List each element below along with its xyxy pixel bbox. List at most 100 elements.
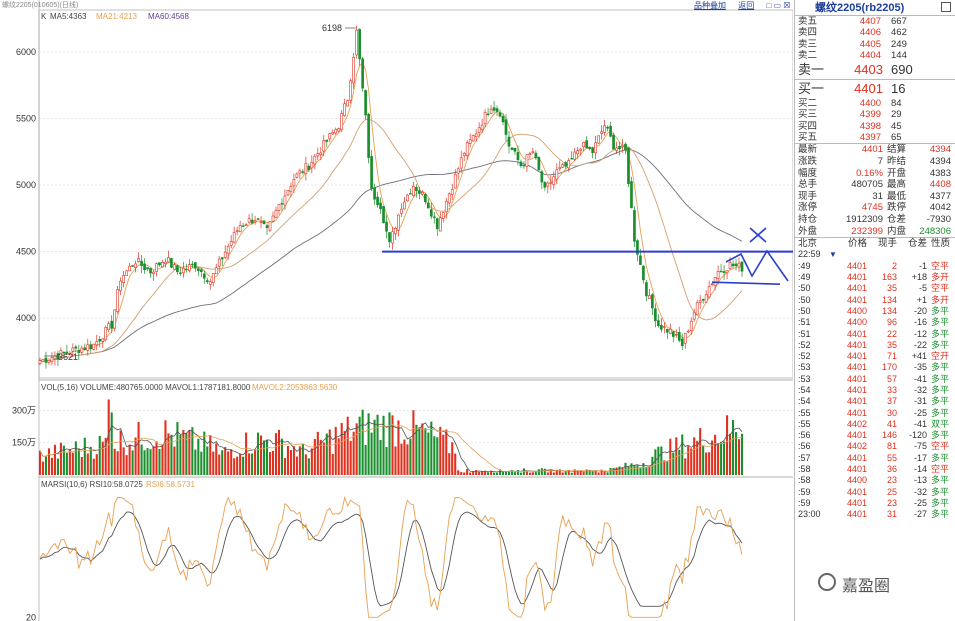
back-button[interactable]: 返回 [738, 1, 754, 10]
candle-body [125, 270, 128, 276]
candle-body [642, 265, 645, 281]
tick-list[interactable]: :49 4401 2 -1 空平:49 4401 163 +18 多开:50 4401 35 -5 空平… [795, 261, 955, 521]
volume-bar [92, 458, 95, 475]
volume-bar [400, 443, 403, 475]
ma5-label: MA5:4363 [50, 12, 87, 21]
candle-body [292, 179, 296, 187]
volume-bar [726, 415, 729, 475]
volume-bar [134, 437, 137, 475]
chart-area[interactable]: 螺纹2205(010605)(日线) K MA5:4363 MA21:4213 MA60… [0, 0, 793, 621]
volume-bar [639, 467, 642, 475]
volume-bar [672, 452, 675, 475]
candle-body [44, 357, 48, 363]
scroll-icon[interactable]: ▼ [829, 249, 837, 260]
candle-body [170, 258, 173, 268]
ask-row[interactable]: 卖二 4404 144 [795, 50, 955, 61]
candle-body [214, 267, 218, 274]
candle-body [259, 221, 263, 223]
tick-row: :55 4401 30 -25 多平 [798, 407, 950, 418]
y-tick-label: 6000 [16, 47, 36, 57]
candle-body [388, 232, 391, 243]
candle-body [256, 218, 260, 220]
candle-body [301, 171, 305, 173]
window-buttons[interactable]: □ ▭ ☒ [766, 1, 790, 10]
candle-body [665, 328, 669, 333]
volume-bar [334, 426, 337, 475]
volume-bar [439, 426, 442, 475]
volume-bar [283, 458, 286, 475]
contract-line: 螺纹2205(010605)(日线) [2, 0, 78, 9]
volume-bar [660, 446, 663, 475]
volume-bar [286, 446, 289, 475]
kline-chart[interactable]: 螺纹2205(010605)(日线) K MA5:4363 MA21:4213 MA60… [0, 0, 793, 621]
candle-body [534, 152, 538, 159]
volume-bar [71, 452, 74, 475]
bid-row[interactable]: 买五 4397 65 [795, 132, 955, 143]
candle-body [489, 108, 493, 114]
volume-bar [80, 456, 83, 475]
bid-row[interactable]: 买二 4400 84 [795, 98, 955, 109]
volume-bar [260, 435, 263, 475]
ask-row[interactable]: 卖四 4406 462 [795, 27, 955, 38]
volume-bar [564, 471, 567, 475]
volume-bar [537, 469, 540, 475]
volume-bar [53, 444, 56, 475]
volume-bar [740, 433, 744, 475]
candle-body [188, 264, 191, 271]
candle-body [567, 160, 571, 169]
ma21-label: MA21:4213 [96, 12, 137, 21]
volume-bar [615, 467, 618, 475]
candle-body [409, 193, 412, 195]
candle-body [331, 131, 335, 135]
best-ask-row[interactable]: 卖一 4403 690 [795, 61, 955, 79]
candle-body [412, 186, 415, 196]
volume-bar [573, 469, 576, 475]
y-tick-label: 5000 [16, 180, 36, 190]
volume-bar [552, 472, 555, 475]
candle-body [716, 271, 720, 279]
best-bid-row[interactable]: 买一 4401 16 [795, 80, 955, 98]
candle-body [191, 263, 194, 266]
candle-body [391, 231, 394, 244]
volume-bar [540, 468, 543, 475]
volume-bar [720, 441, 723, 475]
volume-bar [274, 433, 278, 475]
candle-body [376, 196, 379, 206]
volume-bar [44, 456, 48, 475]
volume-bar [137, 421, 140, 475]
candle-body [722, 271, 726, 273]
candle-body [47, 359, 51, 363]
candle-body [546, 182, 550, 187]
candle-body [671, 331, 675, 337]
volume-bar [427, 432, 430, 475]
bid-row[interactable]: 买三 4399 29 [795, 109, 955, 120]
stat-row: 持仓 1912309 仓差 -7930 [798, 213, 951, 225]
candle-body [358, 29, 361, 60]
close-icon[interactable] [941, 2, 951, 12]
bid-row[interactable]: 买四 4398 45 [795, 121, 955, 132]
rsi-title: MARSI(10,6) RSI10:58.0725 [41, 480, 143, 489]
candle-body [370, 156, 373, 189]
tick-row: :49 4401 163 +18 多开 [798, 272, 950, 283]
ask-row[interactable]: 卖三 4405 249 [795, 39, 955, 50]
candle-body [283, 195, 287, 206]
low-label: 3621 [58, 352, 78, 362]
volume-bar [448, 453, 451, 475]
volume-bar [310, 448, 313, 475]
ask-row[interactable]: 卖五 4407 667 [795, 16, 955, 27]
overlay-button[interactable]: 品种叠加 [694, 1, 726, 10]
candle-body [122, 275, 125, 283]
candle-body [561, 164, 565, 168]
candle-body [77, 349, 81, 354]
volume-bar [603, 471, 606, 475]
volume-bar [206, 446, 209, 475]
candle-body [429, 209, 433, 217]
candle-body [704, 294, 708, 303]
volume-bar [47, 448, 51, 475]
volume-bar [466, 469, 469, 475]
candle-body [698, 300, 702, 303]
candle-body [110, 320, 114, 329]
volume-bar [379, 440, 382, 475]
candle-body [654, 308, 657, 322]
candle-body [465, 142, 469, 157]
